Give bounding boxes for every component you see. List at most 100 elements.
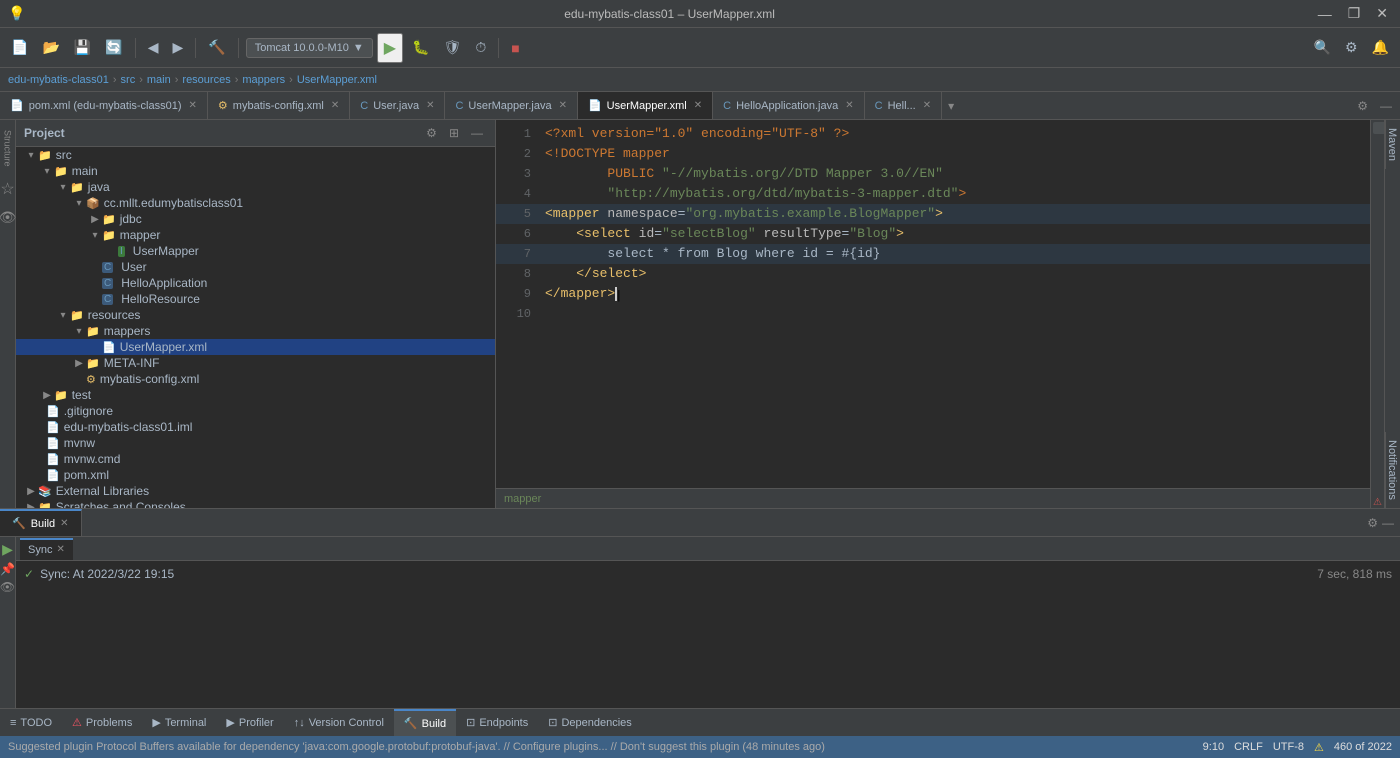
tab-hello-app[interactable]: C HelloApplication.java ✕ — [713, 92, 864, 119]
breadcrumb-resources[interactable]: resources — [182, 74, 230, 86]
tree-toggle-mappers[interactable]: ▾ — [72, 326, 86, 337]
tool-tab-version-control[interactable]: ↑↓ Version Control — [284, 709, 394, 736]
tool-tab-profiler[interactable]: ▶ Profiler — [216, 709, 283, 736]
save-button[interactable]: 💾 — [69, 36, 96, 59]
notifications-tab[interactable]: Notifications — [1385, 432, 1400, 508]
build-tab-close[interactable]: ✕ — [60, 518, 68, 529]
tree-item-resources-folder[interactable]: ▾ 📁 resources — [16, 307, 495, 323]
tree-toggle-meta-inf[interactable]: ▶ — [72, 358, 86, 369]
tree-toggle-mapper-folder[interactable]: ▾ — [88, 230, 102, 241]
tree-item-scratches[interactable]: ▶ 📁 Scratches and Consoles — [16, 499, 495, 508]
tree-toggle-main[interactable]: ▾ — [40, 166, 54, 177]
tree-item-gitignore[interactable]: 📄 .gitignore — [16, 403, 495, 419]
project-collapse-btn[interactable]: — — [467, 124, 487, 142]
open-button[interactable]: 📂 — [37, 36, 64, 59]
project-expand-btn[interactable]: ⊞ — [445, 124, 463, 142]
sync-subtab-active[interactable]: Sync ✕ — [20, 538, 73, 560]
tool-tab-terminal[interactable]: ▶ Terminal — [142, 709, 216, 736]
tree-item-helloapplication[interactable]: C HelloApplication — [16, 275, 495, 291]
tree-item-mapper-folder[interactable]: ▾ 📁 mapper — [16, 227, 495, 243]
profile-button[interactable]: ⏱ — [470, 36, 491, 59]
sync-tab-close[interactable]: ✕ — [56, 544, 64, 555]
project-settings-btn[interactable]: ⚙ — [422, 124, 441, 142]
build-run-btn[interactable]: ▶ — [2, 541, 13, 558]
tree-toggle-test[interactable]: ▶ — [40, 390, 54, 401]
tree-item-mybatis-config[interactable]: ⚙ mybatis-config.xml — [16, 371, 495, 387]
tree-item-helloresource[interactable]: C HelloResource — [16, 291, 495, 307]
tree-item-package[interactable]: ▾ 📦 cc.mllt.edumybatisclass01 — [16, 195, 495, 211]
breadcrumb-mappers[interactable]: mappers — [242, 74, 285, 86]
editor-collapse-btn[interactable]: — — [1376, 97, 1396, 115]
tree-toggle-resources[interactable]: ▾ — [56, 310, 70, 321]
tree-toggle-jdbc[interactable]: ▶ — [88, 214, 102, 225]
tab-close-user[interactable]: ✕ — [426, 100, 434, 111]
debug-button[interactable]: 🐛 — [407, 36, 434, 59]
tab-mybatis-config[interactable]: ⚙ mybatis-config.xml ✕ — [208, 92, 350, 119]
tab-hell-more[interactable]: C Hell... ✕ — [865, 92, 942, 119]
tree-item-iml[interactable]: 📄 edu-mybatis-class01.iml — [16, 419, 495, 435]
tab-usermapper-java[interactable]: C UserMapper.java ✕ — [445, 92, 578, 119]
tool-tab-problems[interactable]: ⚠ Problems — [62, 709, 142, 736]
tool-tab-todo[interactable]: ≡ TODO — [0, 709, 62, 736]
build-button[interactable]: 🔨 — [203, 36, 230, 59]
editor-content[interactable]: 1 <?xml version="1.0" encoding="UTF-8" ?… — [496, 120, 1370, 488]
tree-item-usermapper-iface[interactable]: I UserMapper — [16, 243, 495, 259]
tree-item-main[interactable]: ▾ 📁 main — [16, 163, 495, 179]
tree-item-java[interactable]: ▾ 📁 java — [16, 179, 495, 195]
tool-tab-dependencies[interactable]: ⊡ Dependencies — [538, 709, 642, 736]
tab-more-button[interactable]: ▾ — [942, 92, 960, 119]
editor-settings-btn[interactable]: ⚙ — [1353, 97, 1372, 115]
tree-item-usermapper-xml[interactable]: 📄 UserMapper.xml — [16, 339, 495, 355]
new-file-button[interactable]: 📄 — [6, 36, 33, 59]
bottom-collapse-btn[interactable]: — — [1382, 516, 1394, 530]
coverage-button[interactable]: 🛡 — [439, 36, 467, 59]
tree-item-mappers-folder[interactable]: ▾ 📁 mappers — [16, 323, 495, 339]
tab-close-mybatis[interactable]: ✕ — [331, 100, 339, 111]
tab-pom-xml[interactable]: 📄 pom.xml (edu-mybatis-class01) ✕ — [0, 92, 208, 119]
tool-tab-build[interactable]: 🔨 Build — [394, 709, 456, 736]
tree-item-pom[interactable]: 📄 pom.xml — [16, 467, 495, 483]
tree-item-ext-libs[interactable]: ▶ 📚 External Libraries — [16, 483, 495, 499]
maximize-button[interactable]: ❐ — [1344, 3, 1365, 24]
run-configuration[interactable]: Tomcat 10.0.0-M10 ▼ — [246, 38, 373, 58]
run-button[interactable]: ▶ — [377, 33, 403, 63]
tab-close-hell[interactable]: ✕ — [923, 100, 931, 111]
back-button[interactable]: ◀ — [143, 36, 164, 59]
settings-button[interactable]: ⚙ — [1340, 36, 1363, 59]
bottom-settings-btn[interactable]: ⚙ — [1367, 516, 1378, 530]
maven-tab[interactable]: Maven — [1385, 120, 1400, 169]
updates-button[interactable]: 🔔 — [1367, 36, 1394, 59]
tree-item-meta-inf[interactable]: ▶ 📁 META-INF — [16, 355, 495, 371]
bottom-tab-build[interactable]: 🔨 Build ✕ — [0, 509, 82, 536]
tab-user-java[interactable]: C User.java ✕ — [350, 92, 445, 119]
tree-item-mvnw-cmd[interactable]: 📄 mvnw.cmd — [16, 451, 495, 467]
build-eye-btn[interactable]: 👁 — [0, 580, 15, 594]
tree-toggle-java[interactable]: ▾ — [56, 182, 70, 193]
tree-item-src[interactable]: ▾ 📁 src — [16, 147, 495, 163]
tab-close-usermapper-x[interactable]: ✕ — [694, 100, 702, 111]
tab-usermapper-xml[interactable]: 📄 UserMapper.xml ✕ — [578, 92, 713, 119]
minimize-button[interactable]: — — [1314, 4, 1336, 24]
search-everywhere-button[interactable]: 🔍 — [1309, 36, 1336, 59]
tree-item-mvnw[interactable]: 📄 mvnw — [16, 435, 495, 451]
forward-button[interactable]: ▶ — [168, 36, 189, 59]
tool-tab-endpoints[interactable]: ⊡ Endpoints — [456, 709, 538, 736]
tree-item-jdbc[interactable]: ▶ 📁 jdbc — [16, 211, 495, 227]
tree-toggle-package[interactable]: ▾ — [72, 198, 86, 209]
left-sidebar-btn-1[interactable]: Structure — [2, 124, 14, 173]
tab-close-usermapper-j[interactable]: ✕ — [559, 100, 567, 111]
tab-close-hello[interactable]: ✕ — [845, 100, 853, 111]
left-sidebar-btn-2[interactable]: ☆ — [0, 175, 16, 203]
breadcrumb-project[interactable]: edu-mybatis-class01 — [8, 74, 109, 86]
tree-item-test[interactable]: ▶ 📁 test — [16, 387, 495, 403]
breadcrumb-src[interactable]: src — [121, 74, 136, 86]
tree-toggle-src[interactable]: ▾ — [24, 150, 38, 161]
breadcrumb-main[interactable]: main — [147, 74, 171, 86]
left-sidebar-btn-3[interactable]: 👁 — [0, 205, 17, 230]
tree-toggle-ext-libs[interactable]: ▶ — [24, 486, 38, 497]
breadcrumb-file[interactable]: UserMapper.xml — [297, 74, 377, 86]
sync-button[interactable]: 🔄 — [100, 36, 127, 59]
close-button[interactable]: ✕ — [1372, 3, 1392, 24]
tree-item-user-class[interactable]: C User — [16, 259, 495, 275]
stop-button[interactable]: ■ — [506, 37, 524, 59]
